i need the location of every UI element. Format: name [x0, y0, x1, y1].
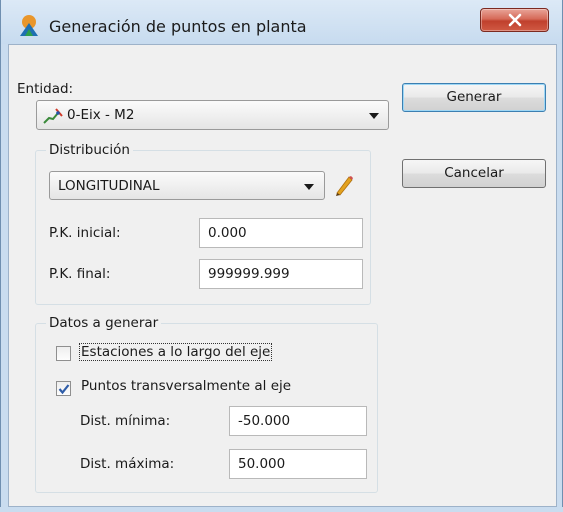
cancelar-button[interactable]: Cancelar — [402, 159, 546, 188]
close-icon — [508, 13, 522, 27]
dialog-window: Generación de puntos en planta Entidad: … — [0, 0, 563, 512]
puntos-checkbox[interactable] — [56, 381, 71, 396]
pk-final-value: 999999.999 — [208, 266, 290, 282]
dist-maxima-input[interactable]: 50.000 — [229, 449, 367, 479]
pencil-icon[interactable] — [333, 173, 355, 197]
entidad-value: 0-Eix - M2 — [67, 107, 135, 123]
dist-minima-label: Dist. mínima: — [80, 413, 171, 429]
window-bottom-border — [0, 507, 563, 512]
entidad-combo[interactable]: 0-Eix - M2 — [36, 100, 389, 130]
estaciones-checkbox[interactable] — [56, 346, 71, 361]
entidad-label: Entidad: — [17, 81, 74, 97]
axis-line-icon — [43, 108, 63, 124]
chevron-down-icon — [369, 113, 379, 119]
pk-final-input[interactable]: 999999.999 — [199, 259, 363, 289]
distribucion-title: Distribución — [46, 142, 133, 158]
distribucion-value: LONGITUDINAL — [58, 178, 160, 194]
app-logo-icon — [20, 15, 38, 36]
puntos-label[interactable]: Puntos transversalmente al eje — [81, 378, 291, 394]
dist-maxima-value: 50.000 — [238, 456, 286, 472]
estaciones-label[interactable]: Estaciones a lo largo del eje — [79, 343, 273, 361]
chevron-down-icon — [304, 184, 314, 190]
window-title: Generación de puntos en planta — [49, 17, 307, 36]
pk-inicial-label: P.K. inicial: — [49, 225, 121, 241]
distribucion-combo[interactable]: LONGITUDINAL — [49, 171, 325, 200]
checkmark-icon — [58, 384, 70, 395]
datos-title: Datos a generar — [46, 315, 162, 331]
title-bar[interactable]: Generación de puntos en planta — [1, 0, 562, 44]
dist-minima-input[interactable]: -50.000 — [229, 406, 367, 436]
dist-minima-value: -50.000 — [238, 413, 291, 429]
generar-button[interactable]: Generar — [402, 83, 546, 112]
pk-inicial-input[interactable]: 0.000 — [199, 218, 363, 248]
dialog-body: Entidad: 0-Eix - M2 Distribución LONGITU… — [8, 44, 557, 507]
pk-final-label: P.K. final: — [49, 266, 111, 282]
close-button[interactable] — [480, 8, 549, 32]
pk-inicial-value: 0.000 — [208, 225, 247, 241]
dist-maxima-label: Dist. máxima: — [80, 456, 175, 472]
